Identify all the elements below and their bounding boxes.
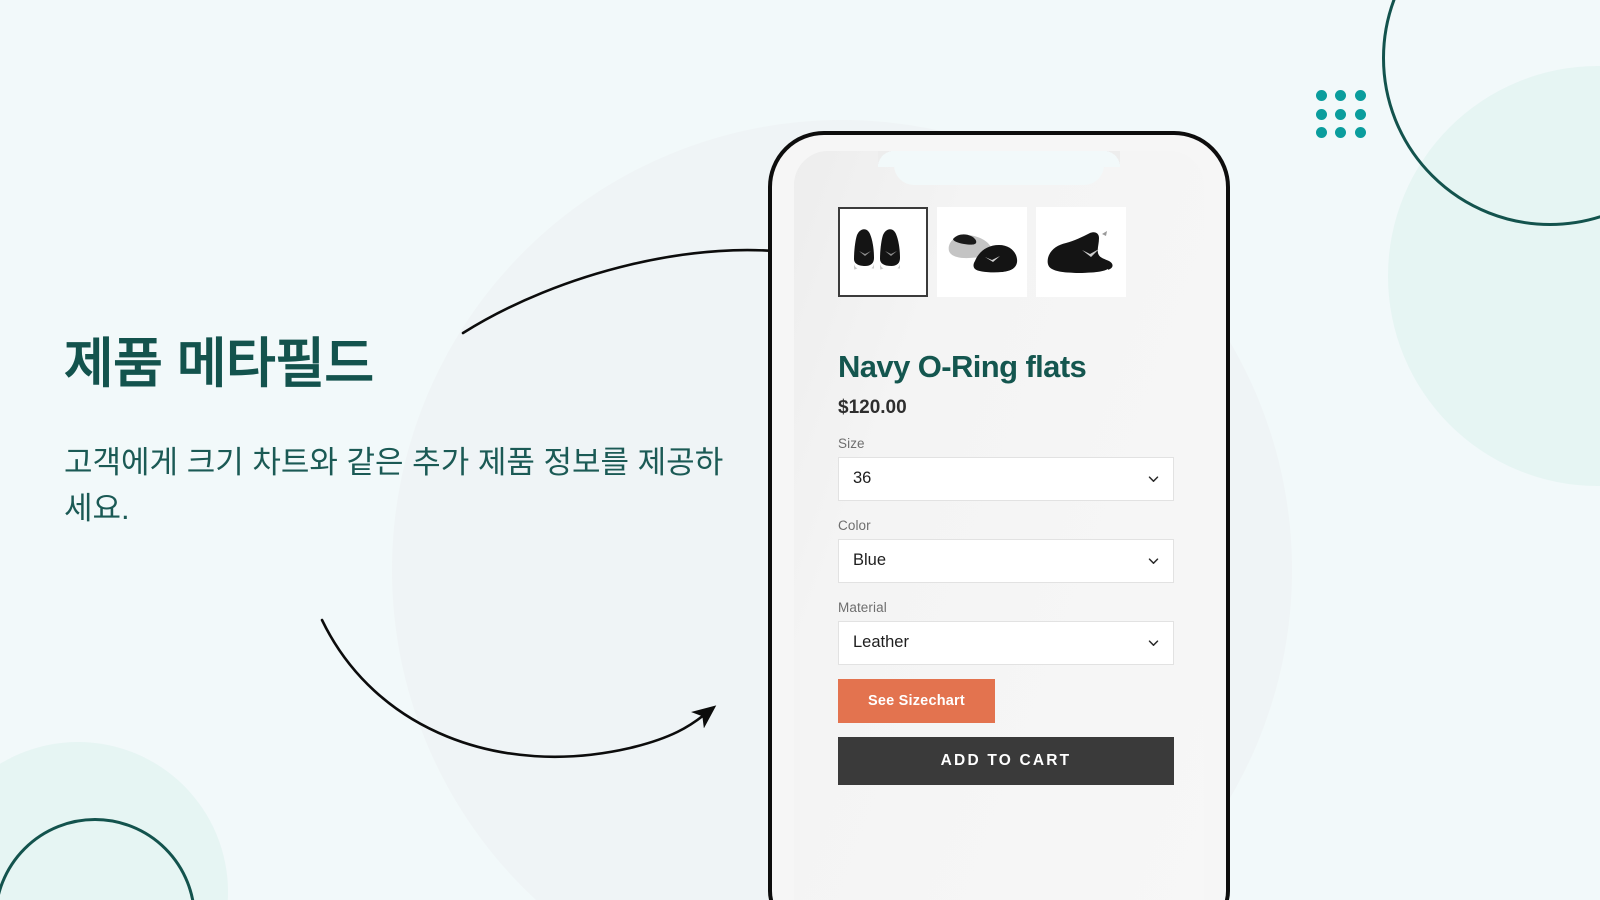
thumbnail-sole-view[interactable] [937,207,1027,297]
see-sizechart-button[interactable]: See Sizechart [838,678,995,723]
notch-corner-left [878,151,894,167]
chevron-down-icon [1148,640,1159,646]
thumbnail-side-view[interactable] [1036,207,1126,297]
color-value: Blue [853,551,887,570]
field-material: Material Leather [838,600,1174,665]
product-title: Navy O-Ring flats [838,349,1087,384]
material-select[interactable]: Leather [838,620,1174,665]
product-details: Navy O-Ring flats $120.00 Size 36 Color … [838,349,1174,785]
size-value: 36 [853,469,872,488]
arrow-to-thumbnails [461,242,816,335]
arrow-to-sizechart [320,618,717,759]
product-price: $120.00 [838,396,907,418]
material-value: Leather [853,633,909,652]
color-label: Color [838,517,871,533]
field-size: Size 36 [838,436,1174,501]
size-label: Size [838,435,865,451]
chevron-down-icon [1148,476,1159,482]
phone-screen: Navy O-Ring flats $120.00 Size 36 Color … [794,151,1204,900]
product-gallery-thumbnails [794,207,1204,297]
chevron-down-icon [1148,558,1159,564]
canvas: 제품 메타필드 고객에게 크기 차트와 같은 추가 제품 정보를 제공하세요. [0,0,1600,900]
field-color: Color Blue [838,518,1174,583]
thumbnail-rear-pair[interactable] [838,207,928,297]
sneaker-rear-pair-icon [854,229,902,275]
phone-notch [878,151,1120,185]
material-label: Material [838,599,887,615]
add-to-cart-button[interactable]: ADD TO CART [838,736,1174,785]
color-select[interactable]: Blue [838,538,1174,583]
sneaker-side-view-icon [1043,231,1113,280]
notch-corner-right [1104,151,1120,167]
size-select[interactable]: 36 [838,456,1174,501]
phone-mockup: Navy O-Ring flats $120.00 Size 36 Color … [768,131,1230,900]
sneaker-sole-view-icon [948,234,1018,276]
